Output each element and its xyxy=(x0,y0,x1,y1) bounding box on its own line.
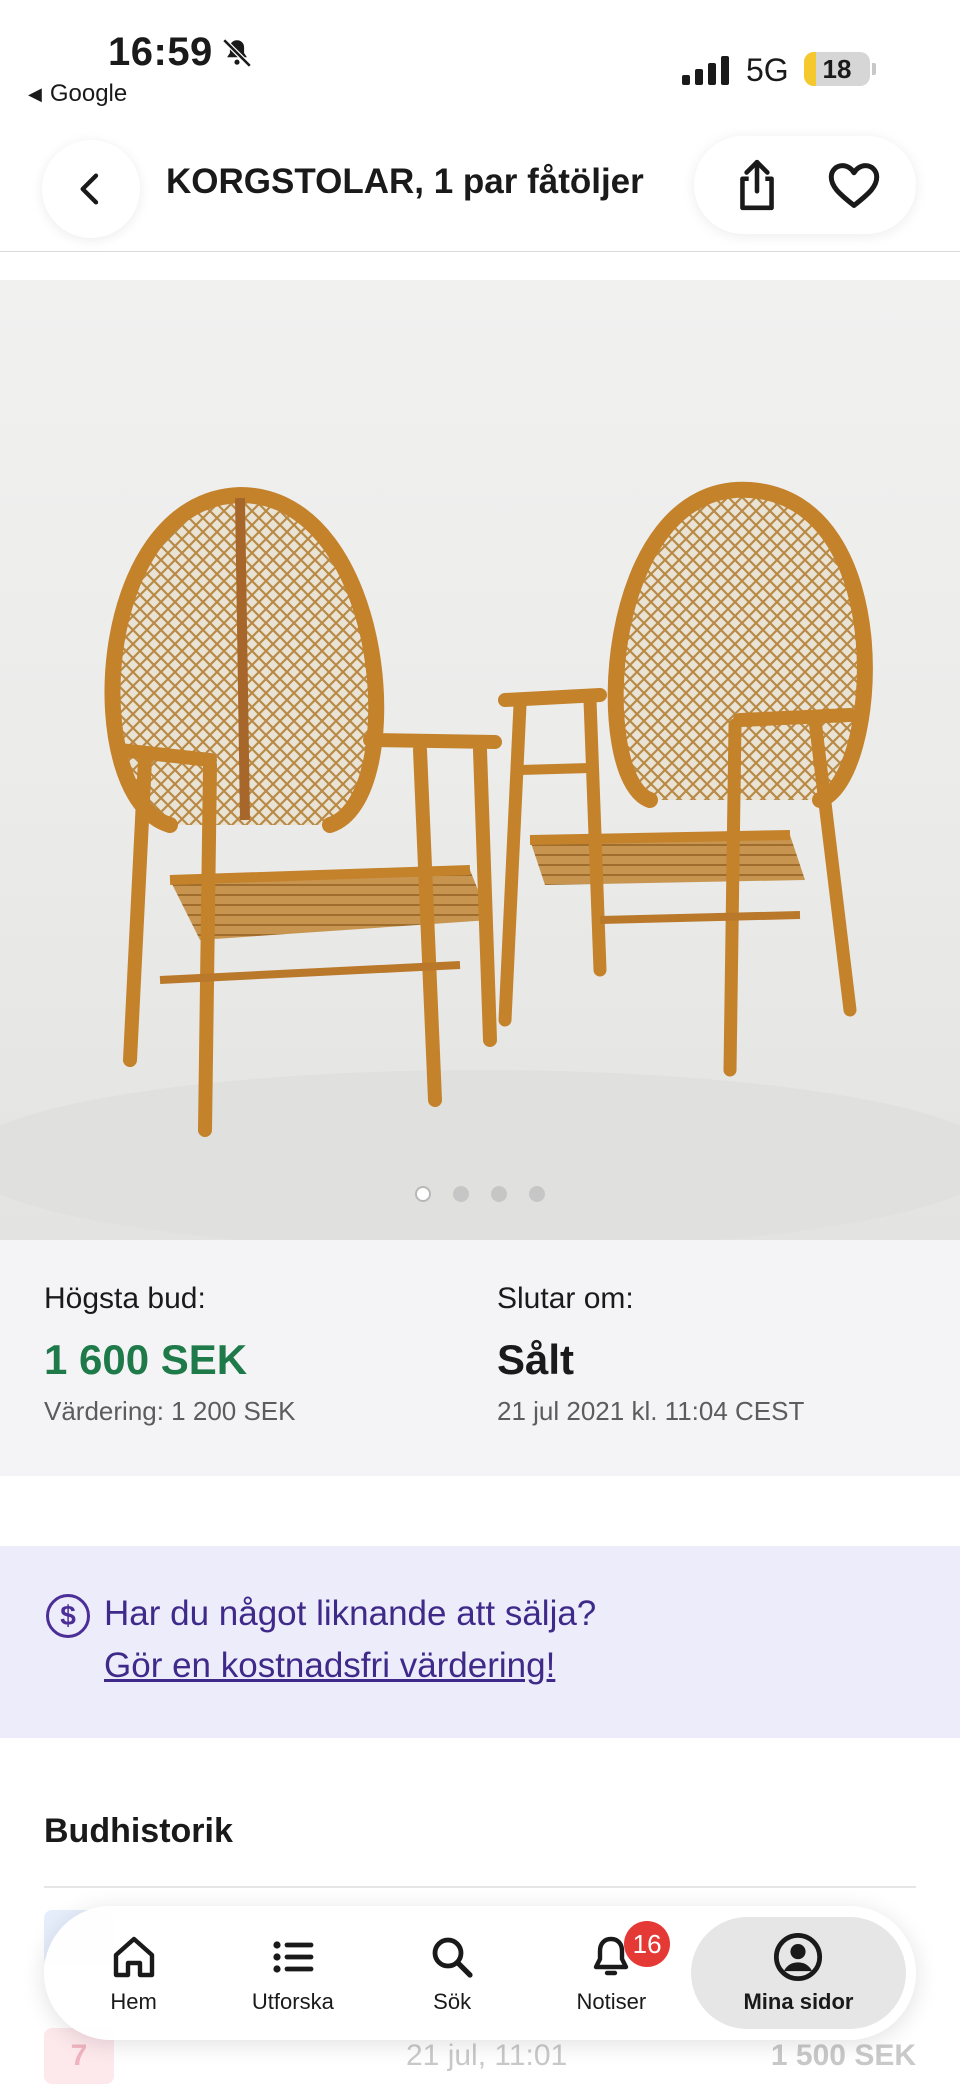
back-triangle-icon: ◀ xyxy=(28,83,42,104)
highest-bid-value: 1 600 SEK xyxy=(44,1336,248,1383)
signal-icon xyxy=(682,55,729,85)
ends-value: Sålt xyxy=(497,1336,575,1383)
nav-item-explore[interactable]: Utforska xyxy=(213,1917,372,2029)
gallery-dot[interactable] xyxy=(529,1186,545,1202)
nav-item-home[interactable]: Hem xyxy=(54,1917,213,2029)
nav-label: Hem xyxy=(110,1989,157,2014)
back-app-label: Google xyxy=(49,80,128,107)
bid-summary: Högsta bud: 1 600 SEK Värdering: 1 200 S… xyxy=(0,1240,960,1476)
notification-badge: 16 xyxy=(624,1921,671,1967)
gallery-pagination[interactable] xyxy=(0,1186,960,1202)
bid-date: 21 jul, 11:01 xyxy=(406,2039,568,2072)
bell-muted-icon xyxy=(222,38,252,68)
share-icon xyxy=(739,159,774,211)
network-type: 5G xyxy=(746,52,789,88)
page-title: KORGSTOLAR, 1 par fåtöljer xyxy=(166,162,644,201)
battery-icon: 18 xyxy=(804,52,870,86)
nav-label: Mina sidor xyxy=(743,1989,854,2014)
auction-end: Slutar om: Sålt 21 jul 2021 kl. 11:04 CE… xyxy=(497,1282,804,1427)
gallery-dot[interactable] xyxy=(491,1186,507,1202)
promo-question: Har du något liknande att sälja? xyxy=(104,1594,597,1633)
ends-label: Slutar om: xyxy=(497,1282,634,1315)
nav-label: Notiser xyxy=(576,1989,647,2014)
product-image xyxy=(0,481,960,1240)
share-button[interactable] xyxy=(722,150,792,220)
nav-label: Sök xyxy=(433,1989,472,2014)
status-time: 16:59 xyxy=(108,30,213,74)
nav-item-my-pages[interactable]: Mina sidor xyxy=(691,1917,906,2029)
search-icon xyxy=(426,1931,478,1983)
user-icon xyxy=(772,1931,824,1983)
nav-item-search[interactable]: Sök xyxy=(373,1917,532,2029)
battery-level: 18 xyxy=(822,54,852,84)
gallery-dot[interactable] xyxy=(453,1186,469,1202)
left-chair xyxy=(104,486,502,1137)
favorite-button[interactable] xyxy=(819,150,889,220)
bottom-navigation: Hem Utforska Sök 16 Notiser Mina sidor xyxy=(44,1906,916,2040)
highest-bid-label: Högsta bud: xyxy=(44,1282,206,1315)
valuation-promo: $ Har du något liknande att sälja? Gör e… xyxy=(0,1546,960,1738)
home-icon xyxy=(108,1931,160,1983)
page-header: KORGSTOLAR, 1 par fåtöljer xyxy=(0,130,960,252)
ends-date: 21 jul 2021 kl. 11:04 CEST xyxy=(497,1396,805,1426)
valuation: Värdering: 1 200 SEK xyxy=(44,1396,296,1426)
header-actions xyxy=(694,136,916,234)
bid-history-title: Budhistorik xyxy=(44,1812,233,1850)
heart-icon xyxy=(828,163,879,208)
status-bar: 16:59 ◀ Google 5G 18 xyxy=(0,0,960,120)
back-to-google-link[interactable]: ◀ Google xyxy=(28,80,127,108)
right-chair xyxy=(498,481,873,1077)
back-button[interactable] xyxy=(42,140,140,238)
image-gallery[interactable] xyxy=(0,280,960,1240)
list-icon xyxy=(267,1931,319,1983)
nav-item-notifications[interactable]: 16 Notiser xyxy=(532,1917,691,2029)
highest-bid: Högsta bud: 1 600 SEK Värdering: 1 200 S… xyxy=(44,1282,296,1427)
free-valuation-link[interactable]: Gör en kostnadsfri värdering! xyxy=(104,1646,555,1686)
bid-amount: 1 500 SEK xyxy=(770,2039,916,2072)
nav-label: Utforska xyxy=(251,1989,334,2014)
gallery-dot[interactable] xyxy=(415,1186,431,1202)
dollar-circle-icon: $ xyxy=(46,1594,90,1638)
battery-tip xyxy=(872,63,876,75)
divider xyxy=(44,1886,916,1888)
chevron-left-icon xyxy=(80,173,99,205)
